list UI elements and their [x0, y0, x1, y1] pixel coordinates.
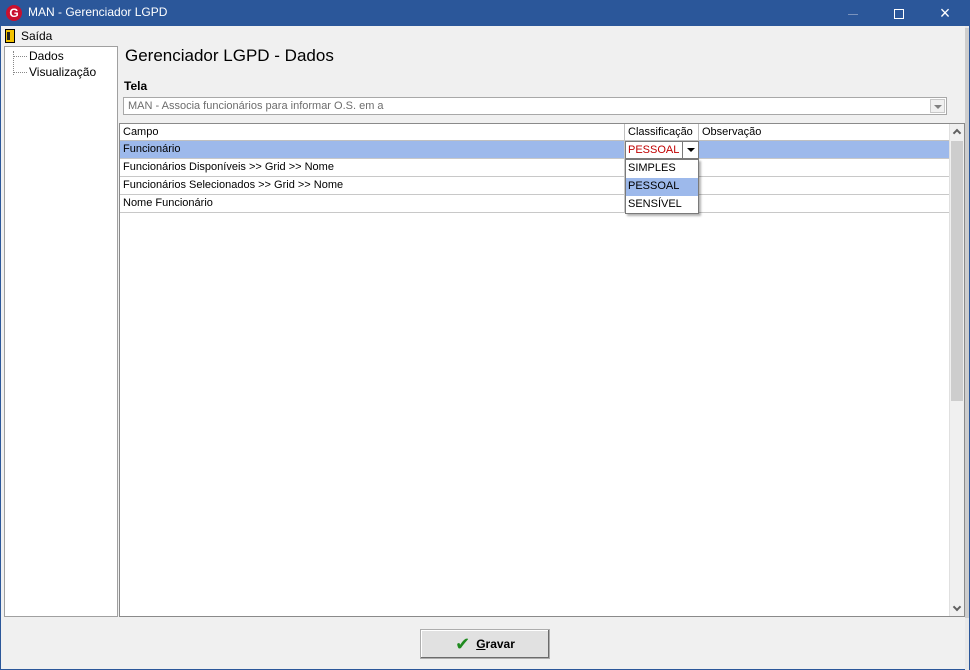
dropdown-option-simples[interactable]: SIMPLES	[626, 160, 698, 178]
cell-observacao[interactable]	[699, 177, 949, 195]
menu-exit[interactable]: Saída	[5, 27, 52, 44]
window-title: MAN - Gerenciador LGPD	[28, 5, 168, 19]
tela-select-value: MAN - Associa funcionários para informar…	[128, 100, 384, 112]
cell-campo[interactable]: Funcionários Disponíveis >> Grid >> Nome	[120, 159, 625, 177]
window-border-left	[0, 26, 1, 670]
app-logo-icon: G	[6, 5, 22, 21]
scroll-down-icon[interactable]	[952, 602, 962, 612]
cell-observacao[interactable]	[699, 195, 949, 213]
column-header-campo[interactable]: Campo	[120, 124, 625, 141]
dropdown-option-pessoal[interactable]: PESSOAL	[626, 178, 698, 196]
table-row[interactable]: Nome Funcionário	[120, 195, 949, 213]
close-icon: ×	[939, 3, 951, 23]
navigation-tree: Dados Visualização	[4, 46, 118, 617]
tree-item-label: Dados	[29, 49, 64, 63]
tree-item-label: Visualização	[29, 65, 97, 79]
title-bar: G MAN - Gerenciador LGPD ×	[0, 0, 970, 26]
maximize-icon	[894, 9, 904, 20]
tree-item-dados[interactable]: Dados	[13, 48, 64, 64]
window-vertical-scrollbar[interactable]	[965, 26, 969, 670]
tree-connector	[13, 71, 27, 73]
grid-vertical-scrollbar[interactable]	[949, 124, 964, 616]
cell-campo[interactable]: Funcionários Selecionados >> Grid >> Nom…	[120, 177, 625, 195]
cell-campo[interactable]: Nome Funcionário	[120, 195, 625, 213]
maximize-button[interactable]	[876, 0, 922, 26]
close-button[interactable]: ×	[922, 0, 968, 26]
cell-observacao[interactable]	[699, 159, 949, 177]
menu-exit-label: Saída	[21, 28, 53, 43]
table-row[interactable]: Funcionários Selecionados >> Grid >> Nom…	[120, 177, 949, 195]
window-scroll-thumb[interactable]	[965, 28, 969, 618]
scroll-thumb[interactable]	[951, 141, 963, 401]
tela-label: Tela	[124, 79, 148, 93]
classificacao-dropdown-list: SIMPLES PESSOAL SENSÍVEL	[625, 159, 699, 214]
tela-dropdown-button[interactable]	[930, 99, 945, 113]
fields-grid: Campo Classificação Observação Funcionár…	[119, 123, 965, 617]
cell-campo[interactable]: Funcionário	[120, 141, 625, 159]
scroll-up-icon[interactable]	[952, 128, 962, 138]
save-button-label: Gravar	[476, 637, 515, 651]
table-row[interactable]: Funcionário	[120, 141, 949, 159]
minimize-icon	[848, 13, 858, 15]
chevron-down-icon	[934, 105, 942, 109]
checkmark-icon: ✔	[455, 634, 471, 654]
dropdown-option-sensivel[interactable]: SENSÍVEL	[626, 196, 698, 214]
menu-bar: Saída	[1, 26, 969, 45]
tree-connector	[13, 55, 27, 57]
table-row[interactable]: Funcionários Disponíveis >> Grid >> Nome	[120, 159, 949, 177]
classificacao-editor-value[interactable]: PESSOAL	[628, 144, 679, 156]
tree-item-visualizacao[interactable]: Visualização	[13, 64, 96, 80]
exit-door-icon	[5, 28, 15, 43]
column-header-classificacao[interactable]: Classificação	[625, 124, 699, 141]
column-header-observacao[interactable]: Observação	[699, 124, 949, 141]
cell-observacao[interactable]	[699, 141, 949, 159]
tela-select[interactable]: MAN - Associa funcionários para informar…	[123, 97, 947, 115]
page-title: Gerenciador LGPD - Dados	[125, 46, 334, 65]
classificacao-editor[interactable]: PESSOAL	[625, 141, 699, 159]
grid-header: Campo Classificação Observação	[120, 124, 949, 141]
minimize-button[interactable]	[830, 0, 876, 26]
classificacao-dropdown-button[interactable]	[682, 142, 698, 158]
chevron-down-icon	[687, 148, 695, 152]
save-button[interactable]: ✔ Gravar	[420, 629, 550, 659]
